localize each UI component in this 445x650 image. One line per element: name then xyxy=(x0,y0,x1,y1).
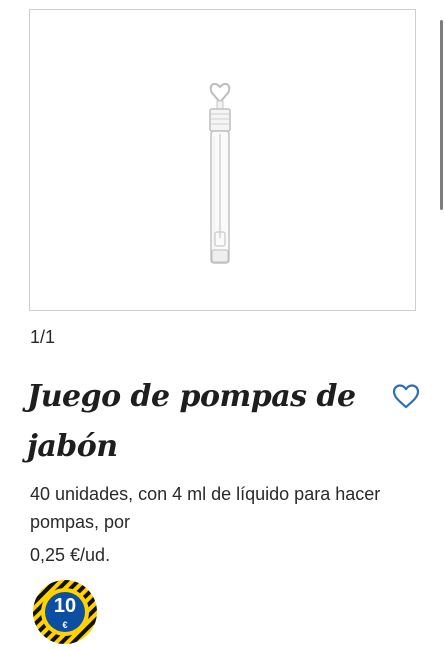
page-scrollbar[interactable] xyxy=(440,20,443,210)
price-badge: 10 € xyxy=(32,579,98,645)
badge-currency: € xyxy=(62,620,68,630)
badge-value: 10 xyxy=(53,595,77,617)
product-description: 40 unidades, con 4 ml de líquido para ha… xyxy=(30,484,381,532)
product-image[interactable] xyxy=(29,9,416,311)
favorite-button[interactable] xyxy=(390,380,422,412)
bubble-wand-tube-image xyxy=(209,82,231,264)
heart-outline-icon xyxy=(392,384,420,409)
unit-price: 0,25 €/ud. xyxy=(30,545,111,565)
product-title: Juego de pompas de jabón xyxy=(27,379,356,464)
image-counter: 1/1 xyxy=(30,327,56,347)
